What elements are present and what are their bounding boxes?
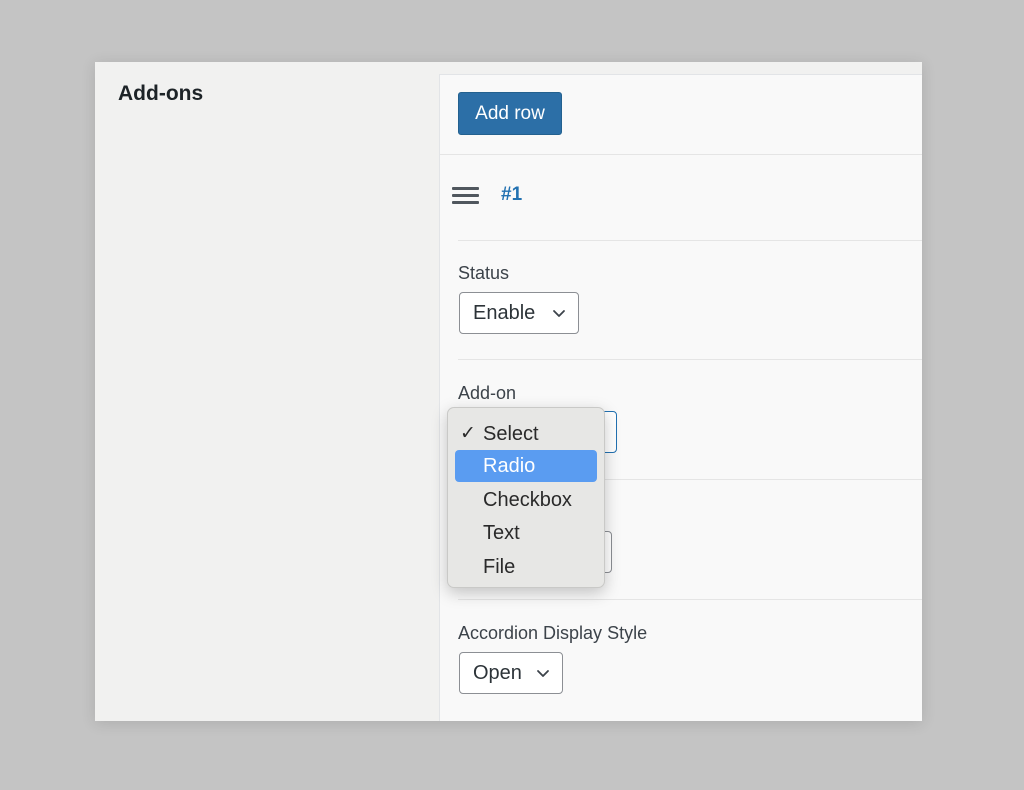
option-label: Select xyxy=(483,422,539,445)
status-select-value: Enable xyxy=(473,301,536,324)
divider xyxy=(458,599,922,600)
addon-dropdown-menu: ✓ Select Radio Checkbox Text File xyxy=(447,407,605,588)
dropdown-option-checkbox[interactable]: Checkbox xyxy=(455,484,597,516)
status-select[interactable]: Enable xyxy=(459,292,579,334)
chevron-down-icon xyxy=(537,670,549,677)
divider xyxy=(458,359,922,360)
settings-card: Add-ons Add row #1 Status Enable Add-on … xyxy=(95,62,922,721)
dropdown-option-file[interactable]: File xyxy=(455,551,597,583)
addons-panel: Add row #1 Status Enable Add-on Accordio… xyxy=(439,74,922,721)
option-label: Checkbox xyxy=(483,488,572,511)
option-label: Radio xyxy=(483,454,536,477)
checkmark-icon: ✓ xyxy=(460,423,476,444)
dropdown-option-text[interactable]: Text xyxy=(455,517,597,549)
option-label: Text xyxy=(483,521,520,544)
accordion-style-label: Accordion Display Style xyxy=(458,623,648,643)
section-title: Add-ons xyxy=(118,82,204,105)
divider xyxy=(440,154,922,155)
status-label: Status xyxy=(458,263,510,283)
accordion-style-select[interactable]: Open xyxy=(459,652,563,694)
row-number[interactable]: #1 xyxy=(501,184,522,206)
dropdown-option-select[interactable]: ✓ Select xyxy=(455,418,597,450)
accordion-style-value: Open xyxy=(473,661,522,684)
chevron-down-icon xyxy=(553,310,565,317)
option-label: File xyxy=(483,555,516,578)
addon-label: Add-on xyxy=(458,383,517,403)
drag-handle-icon[interactable] xyxy=(452,187,479,205)
dropdown-option-radio[interactable]: Radio xyxy=(455,450,597,482)
divider xyxy=(458,240,922,241)
add-row-button[interactable]: Add row xyxy=(458,92,562,135)
